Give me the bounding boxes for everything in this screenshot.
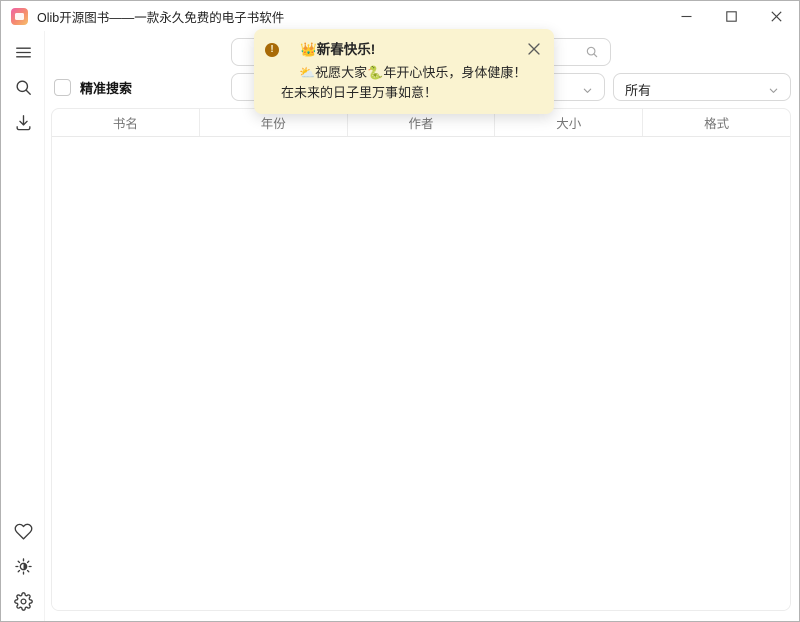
sidebar xyxy=(1,31,45,621)
table-body-empty xyxy=(52,137,790,611)
download-icon[interactable] xyxy=(14,113,33,132)
results-table: 书名 年份 作者 大小 格式 xyxy=(51,108,791,611)
window-controls xyxy=(664,1,799,31)
settings-gear-icon[interactable] xyxy=(14,592,33,611)
precise-search-checkbox[interactable] xyxy=(54,79,71,96)
app-logo-icon xyxy=(11,8,28,25)
toast-message-line1: ⛅祝愿大家🐍年开心快乐，身体健康！ xyxy=(281,63,540,83)
chevron-down-icon xyxy=(582,83,593,101)
maximize-button[interactable] xyxy=(709,1,754,31)
column-header-title[interactable]: 书名 xyxy=(52,109,200,136)
toast-message-line2: 在未来的日子里万事如意！ xyxy=(281,83,540,103)
app-window: Olib开源图书——一款永久免费的电子书软件 xyxy=(0,0,800,622)
favorites-heart-icon[interactable] xyxy=(14,522,33,541)
format-filter-value: 所有 xyxy=(625,80,651,99)
precise-search-label: 精准搜索 xyxy=(80,78,132,97)
toast-message: ⛅祝愿大家🐍年开心快乐，身体健康！ 在未来的日子里万事如意！ xyxy=(281,63,540,103)
warning-circle-icon: ! xyxy=(265,43,279,57)
notification-toast: ! 👑新春快乐! ⛅祝愿大家🐍年开心快乐，身体健康！ 在未来的日子里万事如意！ xyxy=(254,29,554,114)
menu-icon[interactable] xyxy=(14,43,33,62)
format-filter-select[interactable]: 所有 xyxy=(613,73,791,101)
toast-close-icon[interactable] xyxy=(527,42,541,56)
minimize-button[interactable] xyxy=(664,1,709,31)
precise-search-group: 精准搜索 xyxy=(54,73,132,101)
chevron-down-icon xyxy=(768,83,779,101)
theme-toggle-icon[interactable] xyxy=(14,557,33,576)
close-button[interactable] xyxy=(754,1,799,31)
search-icon[interactable] xyxy=(14,78,33,97)
search-submit-icon[interactable] xyxy=(585,45,599,64)
column-header-format[interactable]: 格式 xyxy=(643,109,790,136)
window-title: Olib开源图书——一款永久免费的电子书软件 xyxy=(37,7,284,26)
titlebar: Olib开源图书——一款永久免费的电子书软件 xyxy=(1,1,799,31)
toast-title: 👑新春快乐! xyxy=(300,41,540,59)
